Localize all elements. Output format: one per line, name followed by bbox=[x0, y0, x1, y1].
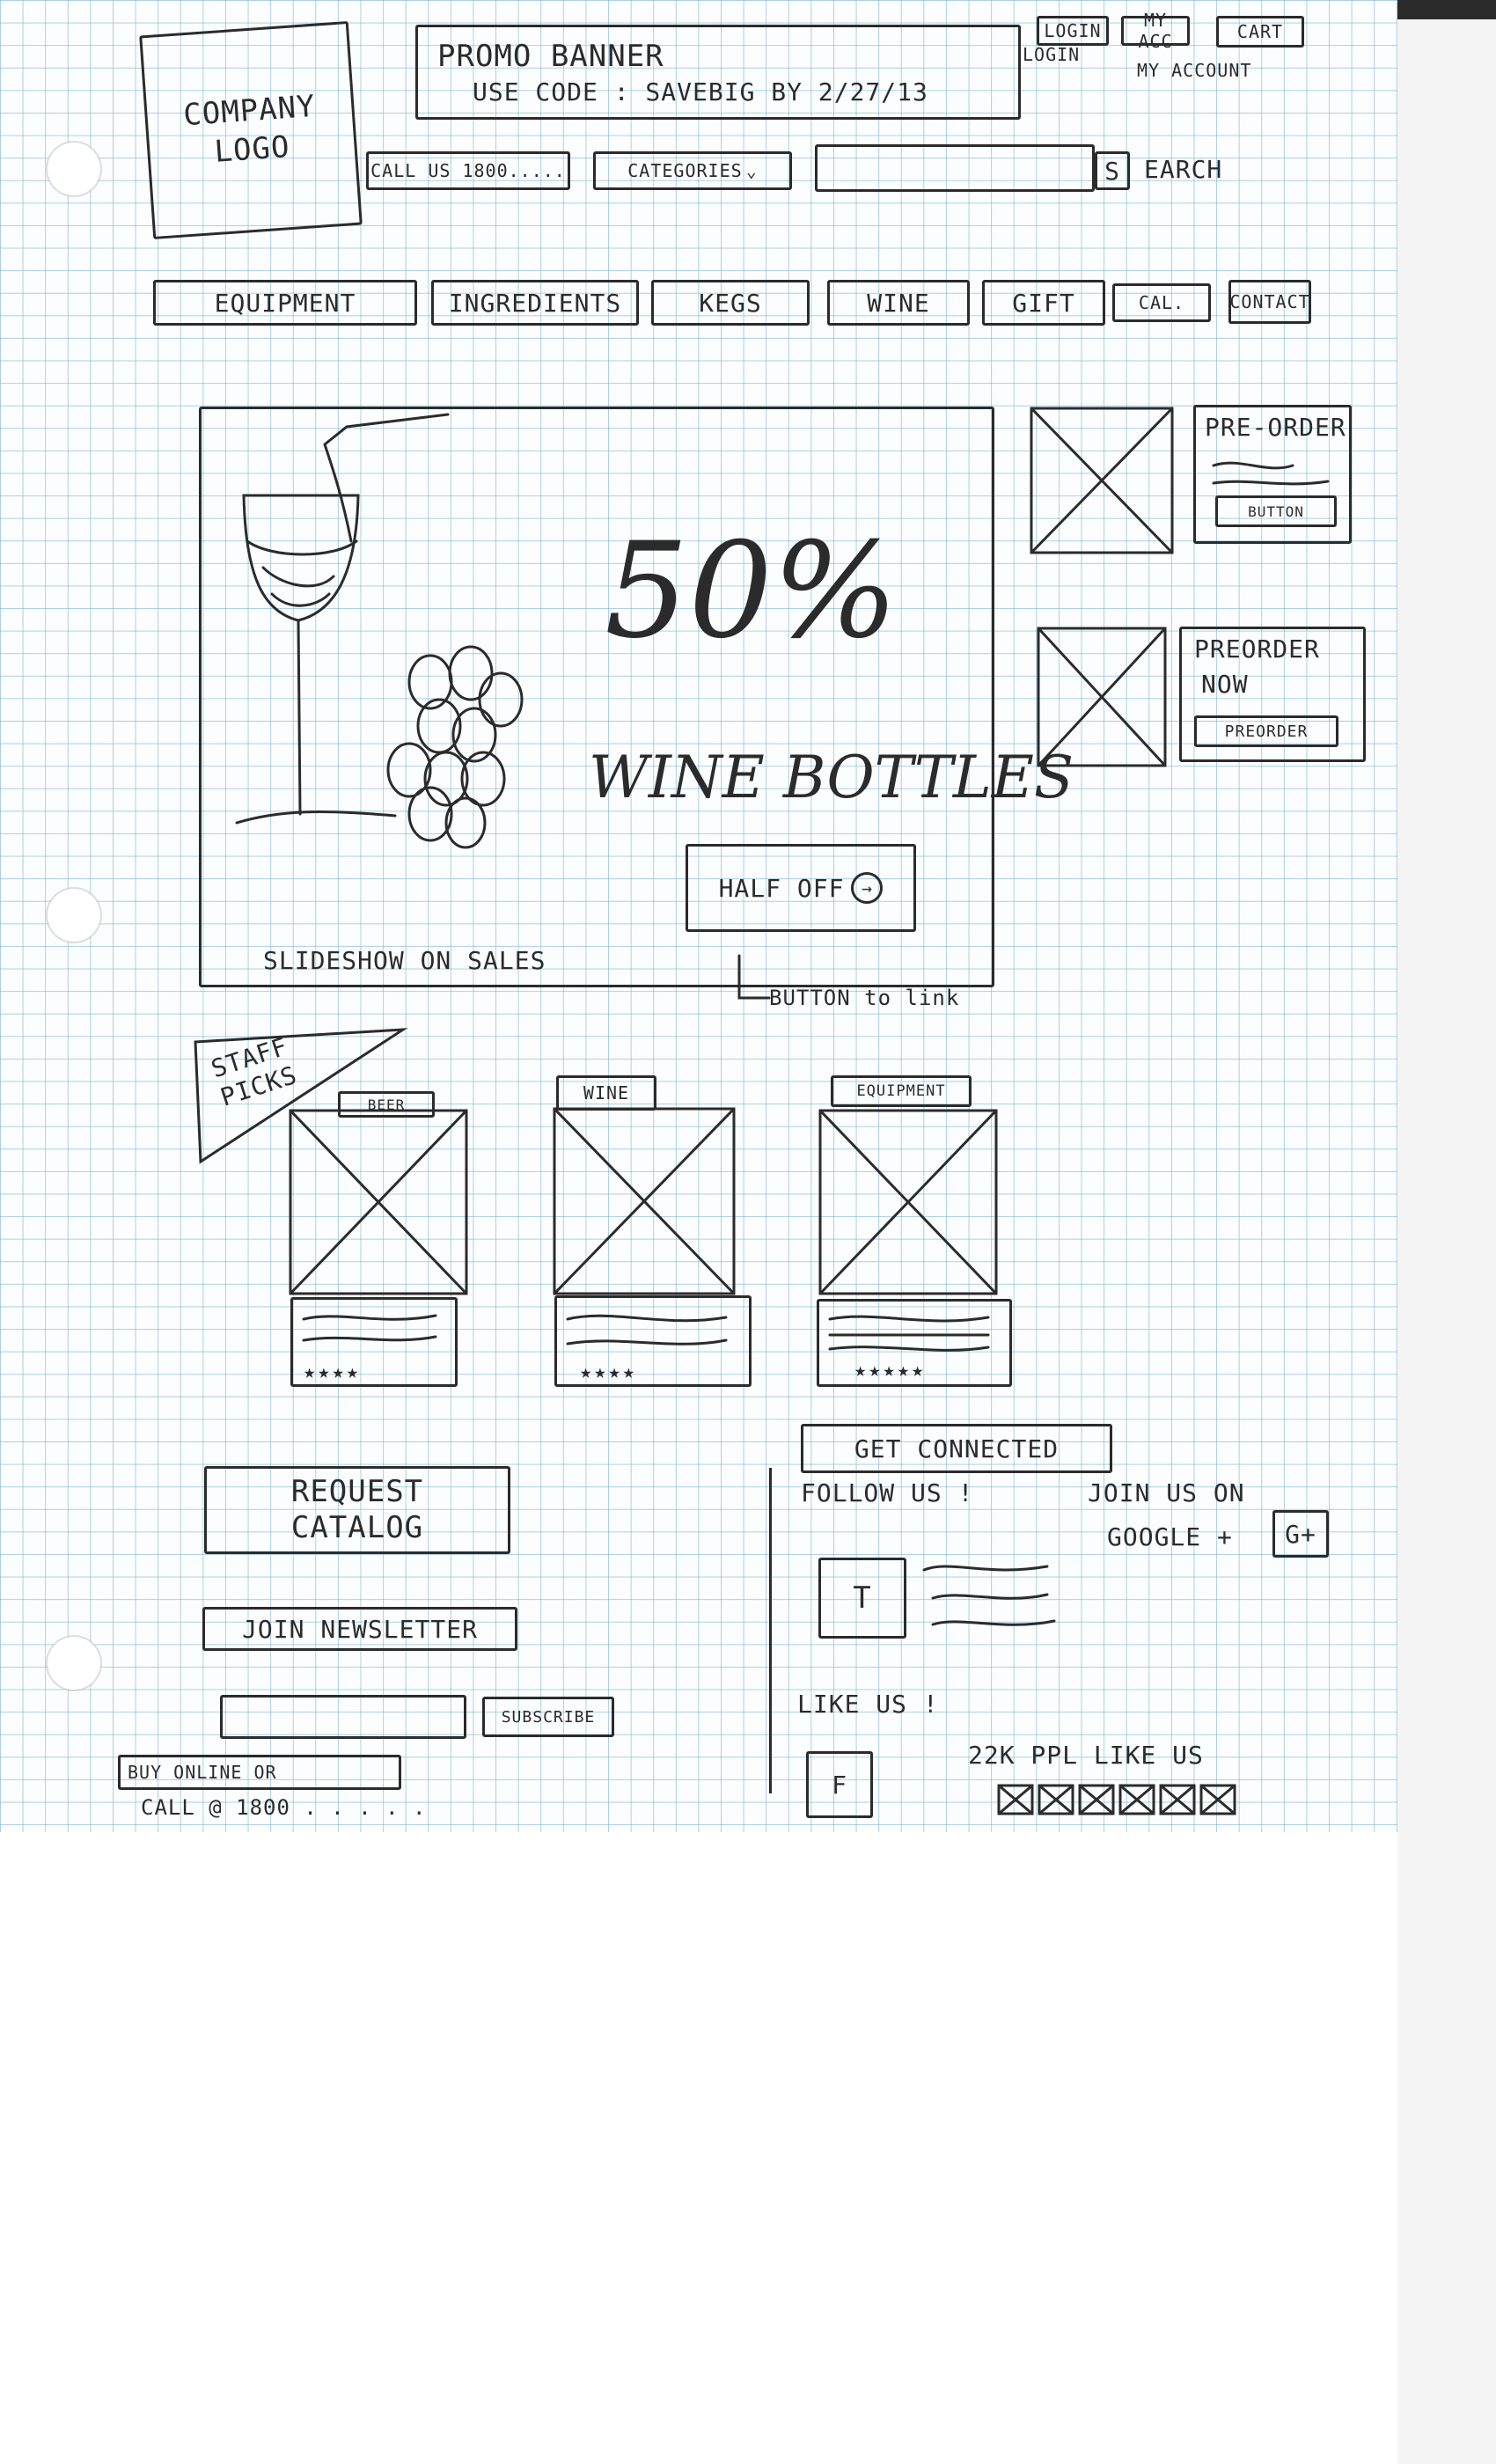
newsletter-email-field[interactable] bbox=[220, 1695, 466, 1739]
paper-edge bbox=[1397, 0, 1496, 2464]
follow-us-label: FOLLOW US ! bbox=[801, 1478, 974, 1507]
categories-dropdown[interactable]: CATEGORIES ⌄ bbox=[593, 151, 792, 190]
product-rating-equipment: ★ ★ ★ ★ ★ bbox=[854, 1360, 924, 1382]
hero-headline: WINE BOTTLES bbox=[589, 744, 1074, 811]
star-icon: ★ bbox=[304, 1361, 317, 1383]
product-text-lines bbox=[566, 1314, 728, 1346]
star-icon: ★ bbox=[869, 1360, 882, 1382]
google-join-line1: JOIN US ON bbox=[1088, 1478, 1245, 1507]
avatar bbox=[1199, 1784, 1236, 1815]
product-tag-equipment[interactable]: EQUIPMENT bbox=[831, 1075, 972, 1107]
preorder-card[interactable]: PRE-ORDER BUTTON bbox=[1193, 405, 1352, 544]
search-button[interactable]: S bbox=[1095, 151, 1130, 190]
binder-hole bbox=[48, 1637, 100, 1690]
facebook-icon[interactable]: F bbox=[806, 1751, 873, 1818]
star-icon: ★ bbox=[346, 1361, 359, 1383]
half-off-button[interactable]: HALF OFF → bbox=[686, 844, 916, 932]
star-icon: ★ bbox=[622, 1361, 635, 1383]
half-off-label: HALF OFF bbox=[718, 873, 845, 903]
product-text-lines bbox=[828, 1315, 990, 1352]
login-link[interactable]: LOGIN bbox=[1037, 16, 1109, 46]
subscribe-button[interactable]: SUBSCRIBE bbox=[482, 1697, 614, 1737]
request-catalog-label: REQUEST CATALOG bbox=[290, 1474, 424, 1545]
avatar bbox=[1118, 1784, 1155, 1815]
avatar bbox=[1038, 1784, 1074, 1815]
nav-contact[interactable]: CONTACT bbox=[1228, 280, 1311, 324]
categories-label: CATEGORIES bbox=[627, 160, 743, 181]
call-us-button[interactable]: CALL US 1800..... bbox=[366, 151, 570, 190]
preorder-title: PRE-ORDER bbox=[1205, 413, 1346, 442]
nav-ingredients[interactable]: INGREDIENTS bbox=[431, 280, 639, 326]
google-plus-icon[interactable]: G+ bbox=[1272, 1510, 1329, 1558]
preorder-now-button[interactable]: PREORDER bbox=[1194, 715, 1338, 747]
like-count: 22K PPL LIKE US bbox=[968, 1741, 1204, 1770]
login-annotation: LOGIN bbox=[1023, 44, 1081, 65]
nav-wine[interactable]: WINE bbox=[827, 280, 970, 326]
nav-equipment[interactable]: EQUIPMENT bbox=[153, 280, 417, 326]
arrow-right-icon: → bbox=[851, 872, 884, 904]
avatar bbox=[1159, 1784, 1196, 1815]
nav-calendar[interactable]: CAL. bbox=[1112, 283, 1211, 322]
binder-hole bbox=[48, 889, 100, 942]
product-text-lines bbox=[302, 1314, 437, 1342]
button-annotation: BUTTON to link bbox=[769, 986, 960, 1010]
my-account-link[interactable]: MY ACC bbox=[1121, 10, 1190, 52]
search-label: EARCH bbox=[1144, 155, 1223, 184]
star-icon: ★ bbox=[580, 1361, 593, 1383]
product-card-equipment[interactable]: ★ ★ ★ ★ ★ bbox=[817, 1299, 1012, 1387]
image-placeholder-icon bbox=[553, 1107, 736, 1295]
star-icon: ★ bbox=[883, 1360, 896, 1382]
product-card-beer[interactable]: ★ ★ ★ ★ bbox=[290, 1297, 458, 1387]
hero-slideshow[interactable]: 50% WINE BOTTLES HALF OFF → SLIDESHOW ON… bbox=[199, 407, 1074, 987]
preorder-text-lines bbox=[1212, 461, 1330, 486]
scanner-corner bbox=[1397, 0, 1496, 19]
twitter-icon[interactable]: T bbox=[818, 1558, 906, 1639]
buy-online-label: BUY ONLINE OR bbox=[118, 1755, 401, 1790]
product-rating-wine: ★ ★ ★ ★ bbox=[580, 1361, 635, 1383]
product-card-wine[interactable]: ★ ★ ★ ★ bbox=[554, 1295, 752, 1387]
get-connected-title: GET CONNECTED bbox=[801, 1424, 1112, 1473]
chevron-down-icon: ⌄ bbox=[745, 160, 758, 181]
slideshow-caption: SLIDESHOW ON SALES bbox=[263, 946, 546, 975]
promo-banner[interactable]: PROMO BANNER USE CODE : SAVEBIG BY 2/27/… bbox=[415, 25, 1021, 120]
product-rating-beer: ★ ★ ★ ★ bbox=[304, 1361, 359, 1383]
request-catalog-button[interactable]: REQUEST CATALOG bbox=[204, 1466, 510, 1554]
section-divider bbox=[769, 1468, 772, 1793]
star-icon: ★ bbox=[912, 1360, 925, 1382]
avatar bbox=[1078, 1784, 1115, 1815]
star-icon: ★ bbox=[897, 1360, 910, 1382]
preorder-button[interactable]: BUTTON bbox=[1215, 495, 1337, 527]
search-input[interactable] bbox=[815, 144, 1095, 192]
twitter-feed-lines bbox=[922, 1565, 1056, 1626]
star-icon: ★ bbox=[332, 1361, 345, 1383]
product-tag-wine[interactable]: WINE bbox=[556, 1075, 656, 1111]
my-account-annotation: MY ACCOUNT bbox=[1137, 60, 1252, 81]
image-placeholder-icon bbox=[818, 1109, 998, 1295]
like-us-label: LIKE US ! bbox=[797, 1690, 939, 1719]
follower-avatars bbox=[997, 1784, 1236, 1815]
company-logo[interactable]: COMPANY LOGO bbox=[139, 20, 363, 240]
nav-gift[interactable]: GIFT bbox=[982, 280, 1105, 326]
image-placeholder-icon bbox=[1030, 407, 1174, 554]
promo-title: PROMO BANNER bbox=[437, 38, 664, 74]
promo-code: USE CODE : SAVEBIG BY 2/27/13 bbox=[473, 77, 928, 106]
nav-kegs[interactable]: KEGS bbox=[651, 280, 810, 326]
star-icon: ★ bbox=[594, 1361, 607, 1383]
star-icon: ★ bbox=[608, 1361, 621, 1383]
call-phone-text: CALL @ 1800 . . . . . bbox=[141, 1795, 427, 1820]
star-icon: ★ bbox=[854, 1360, 868, 1382]
star-icon: ★ bbox=[318, 1361, 331, 1383]
image-placeholder-icon bbox=[289, 1109, 468, 1295]
google-join-line2: GOOGLE + bbox=[1107, 1522, 1233, 1551]
binder-hole bbox=[48, 143, 100, 195]
image-placeholder-icon bbox=[1037, 627, 1167, 767]
join-newsletter-label: JOIN NEWSLETTER bbox=[202, 1607, 517, 1651]
cart-link[interactable]: CART bbox=[1216, 16, 1304, 48]
avatar bbox=[997, 1784, 1034, 1815]
preorder-now-title: PREORDER bbox=[1194, 634, 1320, 664]
hero-percent: 50% bbox=[605, 515, 898, 668]
preorder-now-subtitle: NOW bbox=[1201, 670, 1249, 699]
preorder-now-card[interactable]: PREORDER NOW PREORDER bbox=[1179, 627, 1366, 762]
